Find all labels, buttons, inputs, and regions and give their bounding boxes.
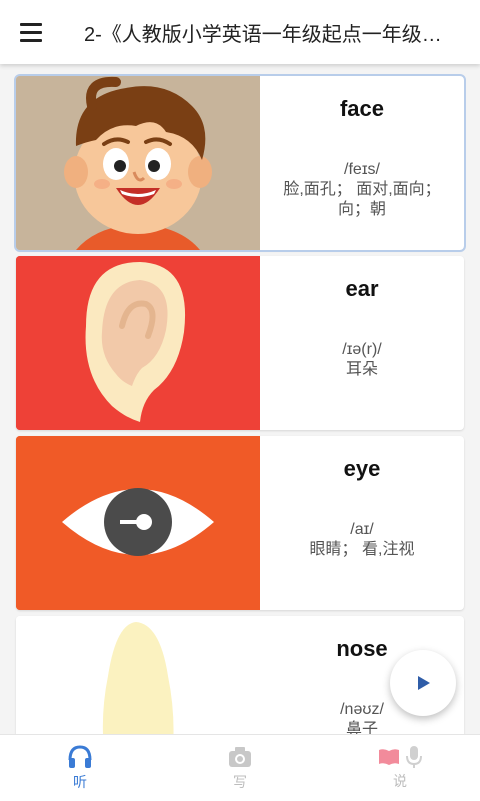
page-title: 2-《人教版小学英语一年级起点一年级上…: [84, 23, 444, 46]
menu-icon: [20, 38, 42, 42]
ear-image: [16, 256, 260, 430]
tab-label: 听: [73, 774, 87, 790]
tab-write[interactable]: 写: [160, 735, 320, 801]
word-card-face[interactable]: face /feɪs/ 脸,面孔； 面对,面向；向；朝: [14, 74, 466, 252]
word-detail: /feɪs/ 脸,面孔； 面对,面向；向；朝: [268, 160, 456, 220]
word-text: eye: [343, 456, 381, 481]
word-detail: /ɪə(r)/ 耳朵: [268, 340, 456, 380]
bottom-nav: 听 写 说: [0, 734, 480, 801]
book-microphone-icon: [378, 745, 422, 769]
app-bar: 2-《人教版小学英语一年级起点一年级上…: [0, 0, 480, 64]
face-image: [16, 76, 260, 250]
meaning-text: 鼻子: [345, 721, 378, 734]
word-text: face: [339, 96, 385, 121]
word-info: eye /aɪ/ 眼睛； 看,注视: [260, 436, 464, 610]
tab-label: 说: [393, 773, 407, 789]
phonetic-text: /aɪ/: [350, 521, 374, 538]
nose-image: [16, 616, 260, 734]
word-card-eye[interactable]: eye /aɪ/ 眼睛； 看,注视: [16, 436, 464, 610]
word-info: ear /ɪə(r)/ 耳朵: [260, 256, 464, 430]
meaning-text: 耳朵: [345, 361, 378, 378]
word-card-ear[interactable]: ear /ɪə(r)/ 耳朵: [16, 256, 464, 430]
play-icon: [418, 676, 430, 690]
headphones-icon: [68, 745, 92, 768]
eye-image: [16, 436, 260, 610]
camera-icon: [229, 747, 251, 767]
menu-icon: [20, 22, 42, 26]
phonetic-text: /feɪs/: [344, 161, 380, 178]
menu-icon: [20, 30, 42, 34]
word-text: ear: [345, 276, 379, 301]
book-icon: [379, 749, 399, 765]
word-detail: /aɪ/ 眼睛； 看,注视: [268, 520, 456, 560]
phonetic-text: /ɪə(r)/: [342, 341, 382, 358]
tab-listen[interactable]: 听: [0, 735, 160, 801]
microphone-icon: [406, 746, 422, 768]
play-button[interactable]: [390, 650, 456, 716]
meaning-text: 脸,面孔； 面对,面向；向；朝: [283, 181, 441, 218]
word-info: face /feɪs/ 脸,面孔； 面对,面向；向；朝: [260, 76, 464, 250]
meaning-text: 眼睛； 看,注视: [309, 541, 415, 558]
menu-button[interactable]: [20, 12, 60, 52]
tab-speak[interactable]: 说: [320, 735, 480, 801]
word-list[interactable]: face /feɪs/ 脸,面孔； 面对,面向；向；朝 ear /ɪə(r)/ …: [0, 70, 480, 734]
tab-label: 写: [233, 774, 247, 790]
